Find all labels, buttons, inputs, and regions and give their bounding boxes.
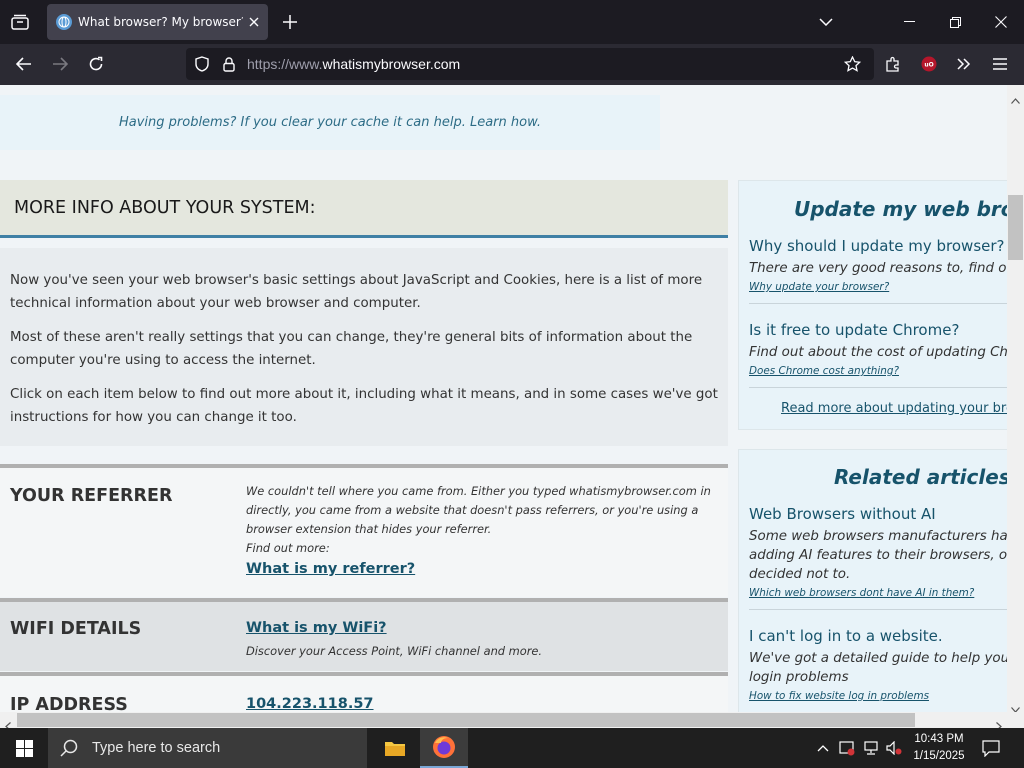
firefox-taskbar-icon[interactable] [420,728,468,768]
scroll-up-arrow-icon[interactable] [1011,89,1020,108]
wifi-title: WIFI DETAILS [10,619,142,639]
ip-section: IP ADDRESS 104.223.118.57 [0,672,728,712]
referrer-description: We couldn't tell where you came from. Ei… [246,484,711,536]
more-info-heading: MORE INFO ABOUT YOUR SYSTEM: [14,197,316,218]
navigation-toolbar: https://www.whatismybrowser.com uO [0,44,1024,85]
wifi-section: WIFI DETAILS What is my WiFi? Discover y… [0,598,728,671]
related-articles-card: Related articles Web Browsers without AI… [738,449,1007,712]
more-info-paragraph: Click on each item below to find out mor… [10,387,718,425]
update-answer: Find out about the cost of updating Chro… [749,345,1007,360]
restore-icon[interactable] [932,0,978,44]
ublock-origin-icon[interactable]: uO [917,52,941,76]
related-article-summary: Some web browsers manufacturers have bee… [749,529,1007,544]
more-info-header: MORE INFO ABOUT YOUR SYSTEM: [0,180,728,238]
read-more-update-link[interactable]: Read more about updating your browser [781,401,1007,416]
show-hidden-icons-chevron[interactable] [813,738,833,758]
related-article-summary: We've got a detailed guide to help you s… [749,651,1007,666]
address-bar[interactable]: https://www.whatismybrowser.com [186,48,874,80]
close-tab-icon[interactable] [247,15,261,29]
divider [749,303,1007,304]
cache-help-link[interactable]: Having problems? If you clear your cache… [119,115,541,130]
more-info-paragraph: Now you've seen your web browser's basic… [10,273,703,311]
referrer-title: YOUR REFERRER [10,486,173,506]
referrer-section: YOUR REFERRER We couldn't tell where you… [0,464,728,597]
close-window-icon[interactable] [978,0,1024,44]
cache-notice: Having problems? If you clear your cache… [0,95,660,150]
update-link[interactable]: Why update your browser? [749,281,889,293]
tab-bar: What browser? My browser? Is c [0,0,1024,44]
wifi-link[interactable]: What is my WiFi? [246,620,387,636]
taskbar-search-box[interactable]: Type here to search [48,728,367,768]
tab-title: What browser? My browser? Is c [78,15,243,29]
update-question[interactable]: Why should I update my browser? [749,237,1005,255]
svg-text:uO: uO [924,62,933,69]
windows-taskbar: Type here to search 10:43 PM 1/15/2025 [0,728,1024,768]
related-article-summary: adding AI features to their browsers, ot… [749,548,1007,563]
update-card-title: Update my web browser [794,197,1007,221]
related-article-summary: decided not to. [749,567,851,582]
update-question[interactable]: Is it free to update Chrome? [749,321,959,339]
system-clock[interactable]: 10:43 PM 1/15/2025 [908,731,970,765]
network-icon[interactable] [861,738,881,758]
related-article-title[interactable]: Web Browsers without AI [749,505,936,523]
search-icon [60,739,78,757]
related-article-link[interactable]: How to fix website log in problems [749,690,929,702]
shield-icon[interactable] [192,54,212,74]
hamburger-menu-icon[interactable] [988,52,1012,76]
extensions-puzzle-icon[interactable] [881,52,905,76]
horizontal-scrollbar[interactable] [0,712,1024,731]
ip-address-link[interactable]: 104.223.118.57 [246,696,374,712]
clock-date: 1/15/2025 [913,750,965,762]
security-tray-icon[interactable] [837,738,857,758]
bookmark-star-icon[interactable] [842,54,862,74]
tab-active[interactable]: What browser? My browser? Is c [47,4,268,40]
url-domain: whatismybrowser.com [322,56,461,72]
url-text[interactable]: https://www.whatismybrowser.com [247,56,460,72]
vertical-scroll-thumb[interactable] [1008,195,1023,260]
windows-start-icon[interactable] [0,728,48,768]
globe-icon [56,14,72,30]
divider [749,387,1007,388]
divider [749,609,1007,610]
web-page: Having problems? If you clear your cache… [0,85,1007,712]
related-article-summary: login problems [749,670,849,685]
url-prefix: https://www. [247,56,323,72]
list-tabs-chevron-icon[interactable] [814,10,838,34]
update-browser-card: Update my web browser Why should I updat… [738,180,1007,430]
file-explorer-icon[interactable] [372,728,418,768]
reload-icon[interactable] [84,52,108,76]
minimize-icon[interactable] [886,0,932,44]
back-arrow-icon[interactable] [12,52,36,76]
more-info-body: Now you've seen your web browser's basic… [0,248,728,446]
tab-overview-icon[interactable] [8,10,32,34]
horizontal-scroll-thumb[interactable] [17,713,915,727]
vertical-scrollbar[interactable] [1007,85,1024,713]
update-link[interactable]: Does Chrome cost anything? [749,365,899,377]
related-card-title: Related articles [834,465,1007,489]
search-placeholder: Type here to search [92,740,221,756]
update-answer: There are very good reasons to, find out [749,261,1007,276]
volume-muted-icon[interactable] [884,738,904,758]
more-info-paragraph: Most of these aren't really settings tha… [10,330,693,368]
wifi-description: Discover your Access Point, WiFi channel… [246,644,543,658]
notification-center-icon[interactable] [980,737,1002,759]
lock-icon[interactable] [219,54,239,74]
referrer-findout: Find out more: [246,541,330,555]
new-tab-icon[interactable] [278,10,302,34]
referrer-link[interactable]: What is my referrer? [246,561,415,577]
overflow-chevrons-icon[interactable] [952,52,976,76]
related-article-title[interactable]: I can't log in to a website. [749,627,943,645]
related-article-link[interactable]: Which web browsers dont have AI in them? [749,587,974,599]
clock-time: 10:43 PM [914,733,964,745]
ip-title: IP ADDRESS [10,695,128,712]
forward-arrow-icon[interactable] [48,52,72,76]
